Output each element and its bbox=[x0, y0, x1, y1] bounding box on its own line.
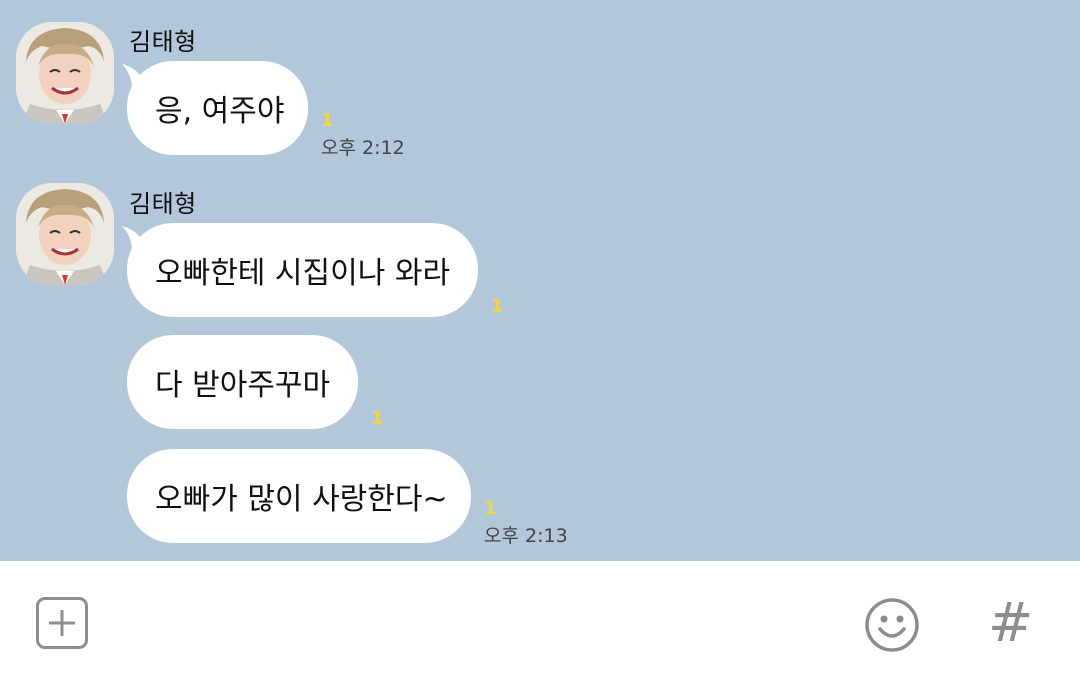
plus-icon bbox=[49, 610, 75, 636]
message-time: 오후 2:12 bbox=[321, 137, 405, 159]
message-bubble[interactable]: 다 받아주꾸마 bbox=[127, 335, 358, 429]
emoticon-icon bbox=[865, 598, 919, 652]
unread-count: 1 bbox=[491, 296, 504, 317]
avatar[interactable] bbox=[16, 22, 114, 124]
message-time: 오후 2:13 bbox=[484, 525, 568, 547]
input-bar: # bbox=[0, 561, 1080, 687]
message-bubble[interactable]: 오빠가 많이 사랑한다~ bbox=[127, 449, 471, 543]
message-bubble[interactable]: 응, 여주야 bbox=[127, 61, 308, 155]
unread-count: 1 bbox=[371, 408, 384, 429]
profile-photo-icon bbox=[16, 22, 114, 124]
unread-count: 1 bbox=[321, 110, 334, 131]
emoticon-button[interactable] bbox=[864, 597, 920, 653]
message-text: 다 받아주꾸마 bbox=[155, 368, 331, 403]
unread-count: 1 bbox=[484, 498, 497, 519]
message-bubble[interactable]: 오빠한테 시집이나 와라 bbox=[127, 223, 478, 317]
sender-name: 김태형 bbox=[129, 190, 197, 218]
chat-area[interactable]: 김태형 응, 여주야 1 오후 2:12 김태형 오빠한테 시집이나 와라 1 … bbox=[0, 0, 1080, 561]
plus-button[interactable] bbox=[36, 597, 88, 649]
hashtag-search-button[interactable]: # bbox=[988, 595, 1033, 651]
message-text: 응, 여주야 bbox=[155, 94, 285, 129]
message-text: 오빠한테 시집이나 와라 bbox=[155, 256, 451, 291]
sender-name: 김태형 bbox=[129, 28, 197, 56]
avatar[interactable] bbox=[16, 183, 114, 285]
message-text: 오빠가 많이 사랑한다~ bbox=[155, 482, 448, 517]
profile-photo-icon bbox=[16, 183, 114, 285]
